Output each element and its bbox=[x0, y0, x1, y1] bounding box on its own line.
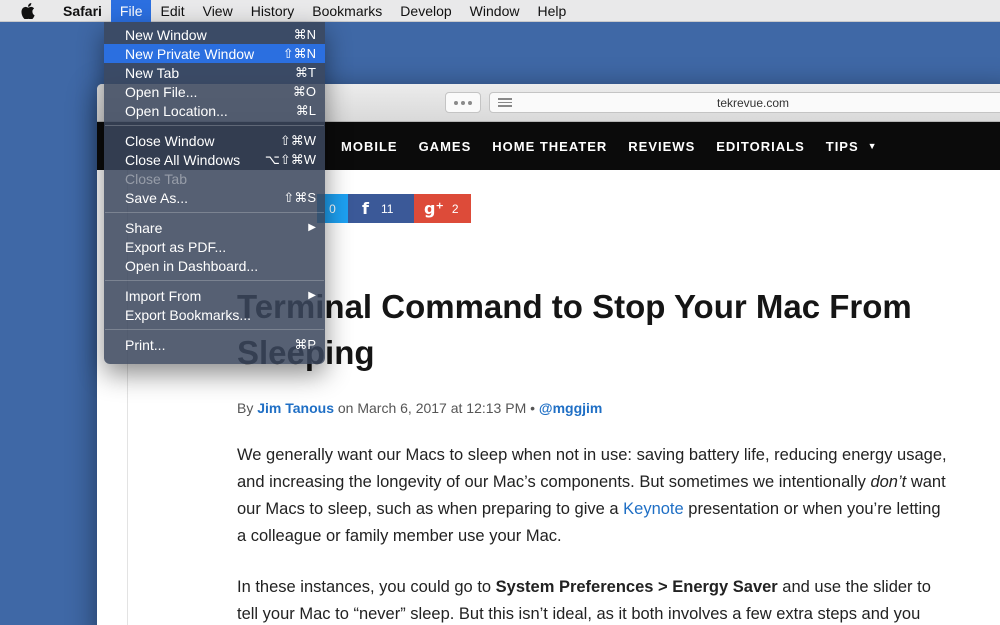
apple-icon[interactable] bbox=[16, 2, 40, 19]
menu-edit[interactable]: Edit bbox=[151, 0, 193, 22]
twitter-handle-link[interactable]: @mggjim bbox=[539, 400, 602, 416]
menu-item-shortcut: ⌘T bbox=[295, 64, 316, 80]
menu-item-label: Import From bbox=[125, 287, 202, 304]
dot-icon bbox=[461, 100, 465, 105]
menu-item-shortcut: ⌘O bbox=[292, 83, 316, 99]
menu-item-label: Print... bbox=[125, 336, 166, 353]
menu-item-shortcut: ⇧⌘W bbox=[279, 132, 316, 148]
nav-games[interactable]: GAMES bbox=[419, 139, 472, 154]
nav-reviews[interactable]: REVIEWS bbox=[628, 139, 695, 154]
menu-item-shortcut: ⌘P bbox=[294, 336, 316, 352]
menu-item-open-in-dashboard[interactable]: Open in Dashboard... bbox=[104, 256, 325, 275]
menu-item-label: Export as PDF... bbox=[125, 238, 227, 255]
byline-date: on March 6, 2017 at 12:13 PM • bbox=[334, 400, 539, 416]
menu-item-share[interactable]: Share ▶ bbox=[104, 218, 325, 237]
menu-help[interactable]: Help bbox=[528, 0, 575, 22]
author-link[interactable]: Jim Tanous bbox=[257, 400, 334, 416]
menu-item-label: Close Tab bbox=[125, 170, 188, 187]
nav-mobile[interactable]: MOBILE bbox=[341, 139, 398, 154]
nav-tips[interactable]: TIPS bbox=[826, 139, 859, 154]
dot-icon bbox=[468, 100, 472, 105]
nav-home-theater[interactable]: HOME THEATER bbox=[492, 139, 607, 154]
menu-item-label: Open Location... bbox=[125, 102, 228, 119]
facebook-share-button[interactable]: f 11 bbox=[348, 194, 414, 223]
menu-item-label: New Window bbox=[125, 26, 207, 43]
byline-prefix: By bbox=[237, 400, 258, 416]
menu-item-label: Open in Dashboard... bbox=[125, 257, 259, 274]
paragraph-strong: System Preferences > Energy Saver bbox=[495, 578, 778, 596]
menu-item-shortcut: ⌥⇧⌘W bbox=[264, 151, 316, 167]
menu-bar: Safari File Edit View History Bookmarks … bbox=[0, 0, 1000, 22]
menu-item-shortcut: ⇧⌘S bbox=[283, 189, 316, 205]
menu-item-new-window[interactable]: New Window ⌘N bbox=[104, 25, 325, 44]
keynote-link[interactable]: Keynote bbox=[623, 500, 684, 518]
menu-item-new-private-window[interactable]: New Private Window ⇧⌘N bbox=[104, 44, 325, 63]
menu-item-print[interactable]: Print... ⌘P bbox=[104, 335, 325, 354]
menu-item-open-location[interactable]: Open Location... ⌘L bbox=[104, 101, 325, 120]
menu-window[interactable]: Window bbox=[461, 0, 529, 22]
gplus-share-button[interactable]: g⁺ 2 bbox=[414, 194, 471, 223]
menu-item-close-tab: Close Tab bbox=[104, 169, 325, 188]
menu-item-label: Open File... bbox=[125, 83, 198, 100]
menu-separator bbox=[105, 329, 324, 330]
address-bar[interactable]: tekrevue.com bbox=[489, 92, 1000, 113]
menu-safari[interactable]: Safari bbox=[54, 0, 111, 22]
facebook-count: 11 bbox=[380, 201, 394, 216]
menu-separator bbox=[105, 212, 324, 213]
menu-separator bbox=[105, 125, 324, 126]
article-byline: By Jim Tanous on March 6, 2017 at 12:13 … bbox=[237, 400, 602, 416]
menu-item-export-bookmarks[interactable]: Export Bookmarks... bbox=[104, 305, 325, 324]
menu-item-new-tab[interactable]: New Tab ⌘T bbox=[104, 63, 325, 82]
tab-overview-button[interactable] bbox=[445, 92, 481, 113]
menu-view[interactable]: View bbox=[194, 0, 242, 22]
paragraph-emphasis: don’t bbox=[870, 473, 907, 491]
menu-item-label: New Private Window bbox=[125, 45, 255, 62]
twitter-count: 0 bbox=[329, 201, 336, 216]
nav-editorials[interactable]: EDITORIALS bbox=[716, 139, 805, 154]
menu-item-label: Save As... bbox=[125, 189, 189, 206]
menu-bookmarks[interactable]: Bookmarks bbox=[303, 0, 391, 22]
menu-history[interactable]: History bbox=[242, 0, 304, 22]
paragraph-text: We generally want our Macs to sleep when… bbox=[237, 446, 947, 491]
facebook-icon: f bbox=[362, 199, 369, 218]
article-paragraph: We generally want our Macs to sleep when… bbox=[237, 442, 947, 550]
menu-item-export-pdf[interactable]: Export as PDF... bbox=[104, 237, 325, 256]
gplus-count: 2 bbox=[451, 201, 459, 216]
menu-item-close-all-windows[interactable]: Close All Windows ⌥⇧⌘W bbox=[104, 150, 325, 169]
menu-item-shortcut: ⌘N bbox=[293, 26, 316, 42]
menu-item-shortcut: ⌘L bbox=[295, 102, 316, 118]
menu-item-label: Close All Windows bbox=[125, 151, 241, 168]
menu-item-import-from[interactable]: Import From ▶ bbox=[104, 286, 325, 305]
submenu-arrow-icon: ▶ bbox=[308, 290, 316, 301]
menu-develop[interactable]: Develop bbox=[391, 0, 460, 22]
menu-item-shortcut: ⇧⌘N bbox=[282, 45, 316, 61]
article-title: Terminal Command to Stop Your Mac From S… bbox=[237, 288, 912, 371]
menu-separator bbox=[105, 280, 324, 281]
file-menu-dropdown: New Window ⌘N New Private Window ⇧⌘N New T… bbox=[104, 22, 325, 364]
article-paragraph: In these instances, you could go to Syst… bbox=[237, 574, 947, 625]
menu-item-save-as[interactable]: Save As... ⇧⌘S bbox=[104, 188, 325, 207]
menu-file[interactable]: File bbox=[110, 0, 152, 22]
menu-item-label: New Tab bbox=[125, 64, 180, 81]
menu-item-label: Share bbox=[125, 219, 163, 236]
google-plus-icon: g⁺ bbox=[424, 199, 444, 218]
menu-item-close-window[interactable]: Close Window ⇧⌘W bbox=[104, 131, 325, 150]
submenu-arrow-icon: ▶ bbox=[308, 222, 316, 233]
menu-item-label: Export Bookmarks... bbox=[125, 306, 252, 323]
menu-item-open-file[interactable]: Open File... ⌘O bbox=[104, 82, 325, 101]
paragraph-text: In these instances, you could go to bbox=[237, 578, 496, 596]
chevron-down-icon[interactable]: ▼ bbox=[868, 141, 877, 151]
menu-item-label: Close Window bbox=[125, 132, 215, 149]
address-text: tekrevue.com bbox=[716, 96, 790, 110]
dot-icon bbox=[454, 100, 458, 105]
